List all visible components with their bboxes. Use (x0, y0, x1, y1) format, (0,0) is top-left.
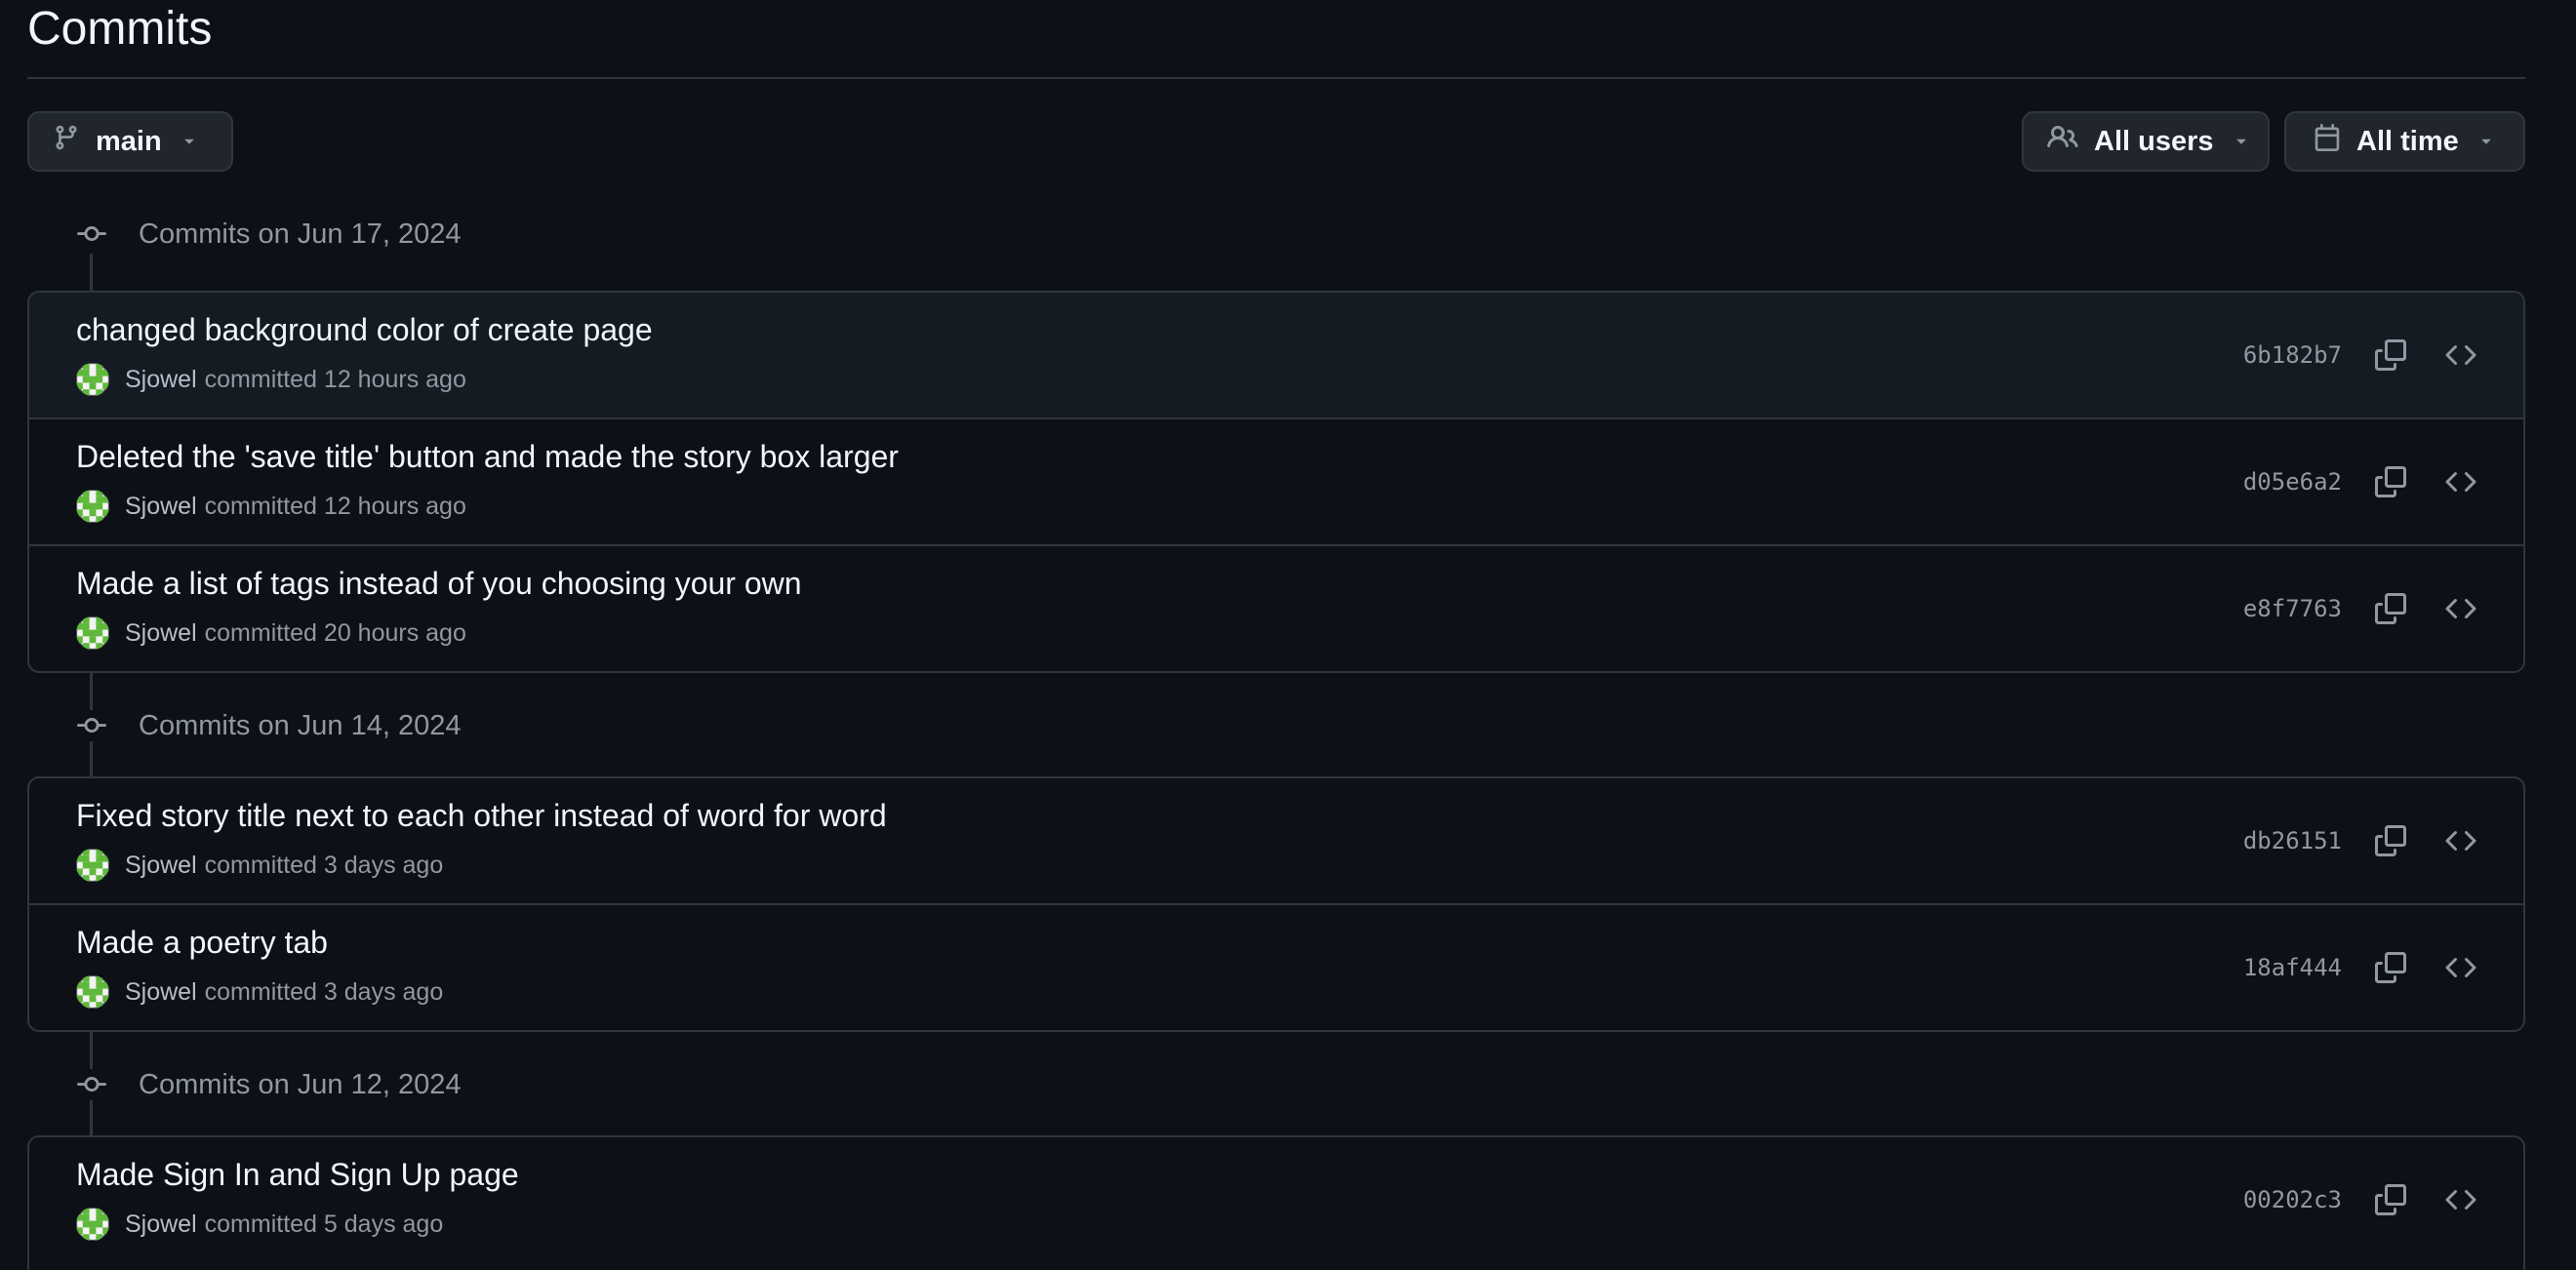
commit-time: committed 20 hours ago (204, 618, 466, 647)
code-icon[interactable] (2439, 460, 2482, 503)
branch-selector-button[interactable]: main (27, 111, 233, 172)
users-filter-label: All users (2094, 125, 2214, 157)
commit-sha-link[interactable]: 6b182b7 (2243, 341, 2342, 369)
avatar[interactable] (76, 490, 109, 523)
commit-time: committed 12 hours ago (204, 492, 466, 520)
commit-sha-link[interactable]: 18af444 (2243, 954, 2342, 981)
commit-author[interactable]: Sjowel (125, 852, 197, 880)
code-icon[interactable] (2439, 1178, 2482, 1221)
commit-group-date: Commits on Jun 14, 2024 (139, 709, 462, 741)
triangle-down-icon (180, 126, 199, 158)
commit-list: Fixed story title next to each other ins… (27, 776, 2525, 1032)
avatar[interactable] (76, 616, 109, 650)
branch-selector-label: main (96, 125, 162, 157)
commit-author[interactable]: Sjowel (125, 366, 197, 394)
commit-row: Made a list of tags instead of you choos… (29, 544, 2523, 671)
commit-meta: Sjowel committed 12 hours ago (76, 363, 466, 396)
git-branch-icon (53, 124, 80, 159)
title-divider (27, 77, 2525, 79)
avatar[interactable] (76, 363, 109, 396)
commit-meta: Sjowel committed 3 days ago (76, 849, 443, 882)
copy-icon[interactable] (2369, 946, 2412, 989)
copy-icon[interactable] (2369, 587, 2412, 630)
commit-time: committed 12 hours ago (204, 365, 466, 393)
commit-author[interactable]: Sjowel (125, 493, 197, 521)
code-icon[interactable] (2439, 946, 2482, 989)
commit-row: Made a poetry tab Sjowel committed 3 day… (29, 903, 2523, 1030)
commit-group-date: Commits on Jun 12, 2024 (139, 1068, 462, 1100)
commit-list: changed background color of create page … (27, 291, 2525, 673)
code-icon[interactable] (2439, 587, 2482, 630)
commit-row: changed background color of create page … (29, 293, 2523, 417)
commit-message-link[interactable]: Made Sign In and Sign Up page (76, 1157, 519, 1193)
code-icon[interactable] (2439, 819, 2482, 862)
commit-time: committed 3 days ago (204, 851, 444, 879)
commit-message-link[interactable]: Made a poetry tab (76, 925, 328, 961)
commit-message-link[interactable]: Made a list of tags instead of you choos… (76, 566, 802, 602)
commit-sha-link[interactable]: d05e6a2 (2243, 468, 2342, 496)
commit-message-link[interactable]: Fixed story title next to each other ins… (76, 798, 887, 834)
commit-time: committed 3 days ago (204, 977, 444, 1006)
commit-row: Made Sign In and Sign Up page Sjowel com… (29, 1137, 2523, 1262)
commit-meta: Sjowel committed 20 hours ago (76, 616, 466, 650)
code-icon[interactable] (2439, 334, 2482, 377)
git-commit-icon (76, 218, 107, 250)
copy-icon[interactable] (2369, 819, 2412, 862)
commit-sha-link[interactable]: 00202c3 (2243, 1186, 2342, 1213)
timeline-line (90, 254, 93, 293)
commit-meta: Sjowel committed 12 hours ago (76, 490, 466, 523)
calendar-icon (2314, 124, 2341, 159)
people-icon (2047, 122, 2078, 161)
commit-author[interactable]: Sjowel (125, 619, 197, 648)
commit-sha-link[interactable]: e8f7763 (2243, 595, 2342, 622)
time-filter-button[interactable]: All time (2284, 111, 2525, 172)
commit-time: committed 5 days ago (204, 1210, 444, 1238)
commit-message-link[interactable]: changed background color of create page (76, 312, 653, 348)
git-commit-icon (76, 1069, 107, 1100)
copy-icon[interactable] (2369, 334, 2412, 377)
avatar[interactable] (76, 1208, 109, 1241)
triangle-down-icon (2232, 126, 2251, 158)
commit-sha-link[interactable]: db26151 (2243, 827, 2342, 854)
commit-author[interactable]: Sjowel (125, 1210, 197, 1239)
commit-message-link[interactable]: Deleted the 'save title' button and made… (76, 439, 899, 475)
copy-icon[interactable] (2369, 460, 2412, 503)
avatar[interactable] (76, 975, 109, 1009)
commit-row: Deleted the 'save title' button and made… (29, 417, 2523, 544)
commit-meta: Sjowel committed 3 days ago (76, 975, 443, 1009)
page-title: Commits (27, 3, 213, 55)
triangle-down-icon (2476, 126, 2496, 158)
commits-page: Commits main All users All time Commits … (0, 0, 2576, 1270)
commit-author[interactable]: Sjowel (125, 978, 197, 1007)
users-filter-button[interactable]: All users (2022, 111, 2270, 172)
git-commit-icon (76, 710, 107, 741)
avatar[interactable] (76, 849, 109, 882)
time-filter-label: All time (2356, 125, 2459, 157)
commit-group-date: Commits on Jun 17, 2024 (139, 218, 462, 250)
copy-icon[interactable] (2369, 1178, 2412, 1221)
commit-list: Made Sign In and Sign Up page Sjowel com… (27, 1135, 2525, 1270)
commit-row: Fixed story title next to each other ins… (29, 778, 2523, 903)
commit-meta: Sjowel committed 5 days ago (76, 1208, 443, 1241)
